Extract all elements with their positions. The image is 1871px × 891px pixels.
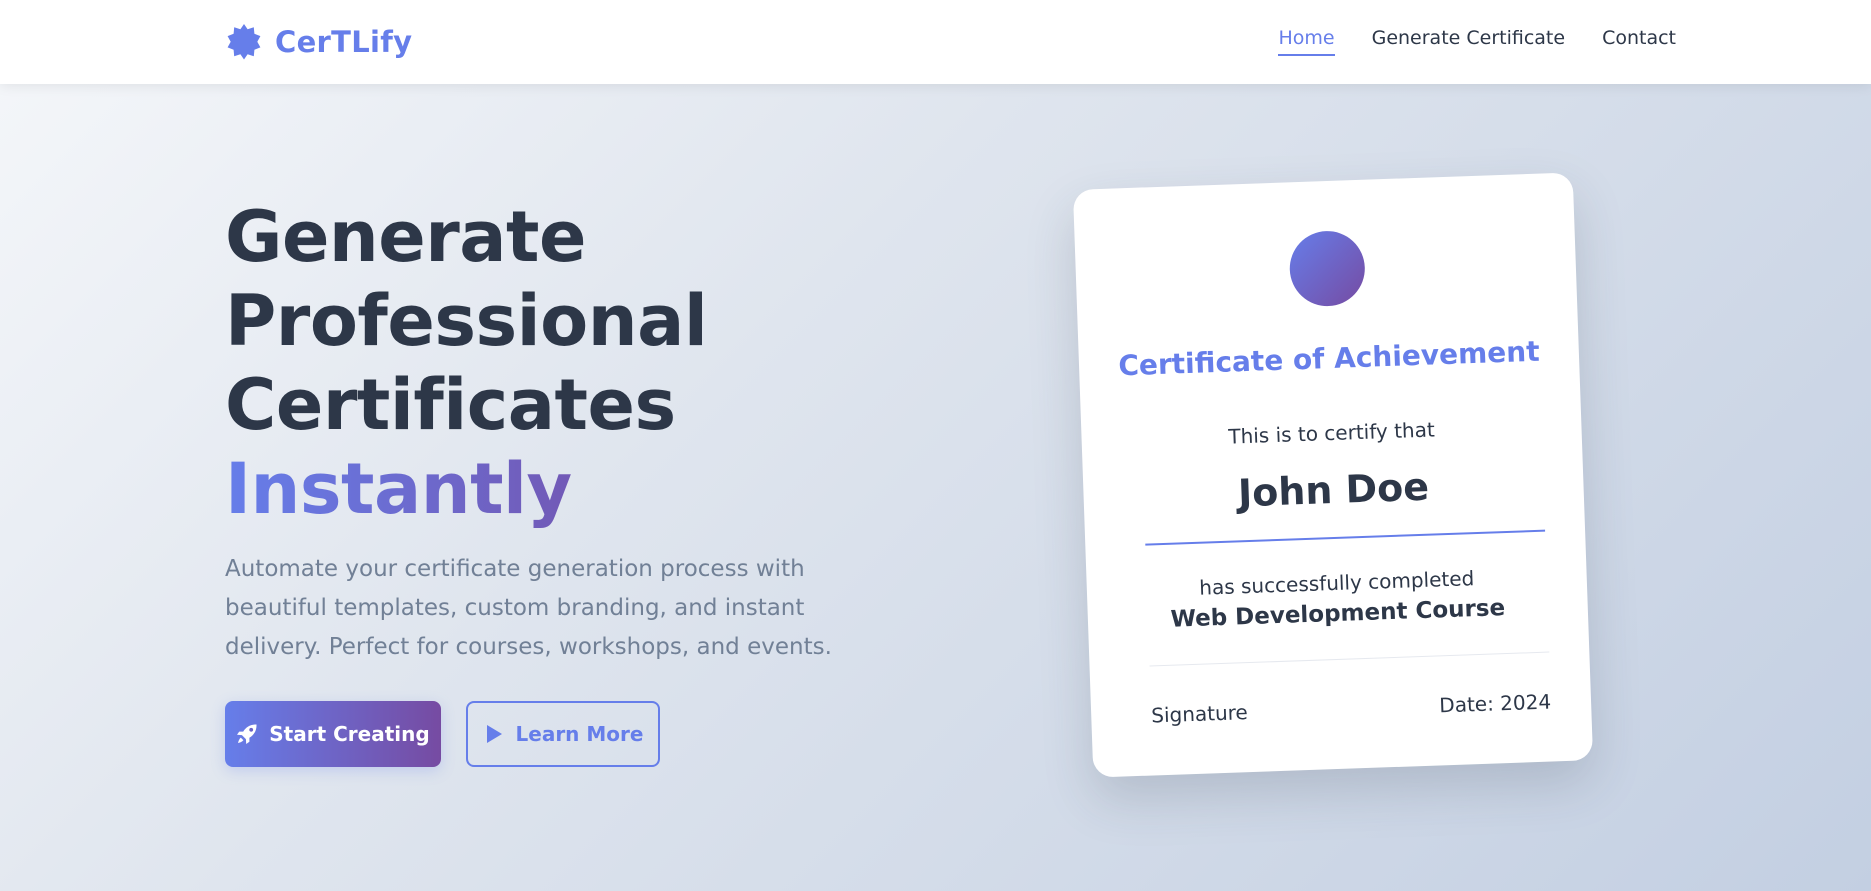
play-icon [483, 723, 505, 745]
nav-link-generate-certificate[interactable]: Generate Certificate [1372, 27, 1565, 56]
rocket-icon [236, 723, 258, 745]
hero-title-line-1: Generate [225, 196, 586, 278]
learn-more-button[interactable]: Learn More [466, 701, 660, 767]
certificate-intro-text: This is to certify that [1227, 417, 1436, 449]
brand-name: CerTLify [275, 25, 413, 59]
hero-title-highlight: Instantly [225, 447, 707, 531]
hero-description: Automate your certificate generation pro… [225, 556, 832, 660]
nav-item-home: Home [1278, 27, 1335, 56]
learn-more-label: Learn More [515, 722, 644, 746]
nav-links: Home Generate Certificate Contact [1278, 27, 1676, 56]
start-creating-button[interactable]: Start Creating [225, 701, 441, 767]
certificate-badge-icon [225, 23, 263, 61]
start-creating-label: Start Creating [269, 722, 430, 746]
certificate-preview-card: Certificate of Achievement This is to ce… [1072, 172, 1594, 778]
brand-logo-link[interactable]: CerTLify [225, 20, 412, 64]
nav-link-home[interactable]: Home [1278, 27, 1335, 56]
hero-buttons: Start Creating Learn More [225, 701, 660, 767]
nav-item-generate-certificate: Generate Certificate [1372, 27, 1565, 56]
nav-item-contact: Contact [1602, 27, 1676, 56]
hero-title-line-3: Certificates [225, 364, 676, 446]
certificate-seal-icon [1288, 229, 1367, 308]
navbar: CerTLify Home Generate Certificate Conta… [0, 0, 1871, 84]
certificate-title: Certificate of Achievement [1117, 334, 1541, 383]
certificate-date-label: Date: 2024 [1438, 689, 1552, 718]
certificate-signature-label: Signature [1150, 700, 1249, 728]
recipient-underline [1145, 529, 1546, 546]
certificate-divider [1149, 651, 1550, 667]
nav-link-contact[interactable]: Contact [1602, 27, 1676, 56]
hero-title-line-2: Professional [225, 280, 708, 362]
certificate-recipient-name: John Doe [1237, 464, 1430, 516]
hero-title: Generate Professional Certificates Insta… [225, 195, 708, 531]
